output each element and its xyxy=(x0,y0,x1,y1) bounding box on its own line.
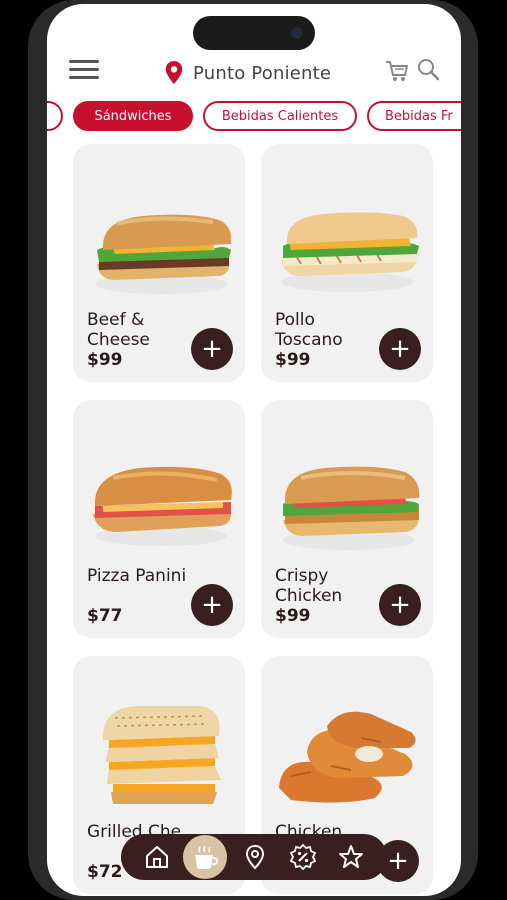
add-to-cart-button[interactable]: + xyxy=(191,328,233,370)
app-header: Punto Poniente xyxy=(47,52,461,96)
category-chip-sandwiches[interactable]: Sándwiches xyxy=(73,101,193,131)
product-name: Pollo Toscano xyxy=(275,310,343,350)
product-price: $72 xyxy=(87,862,123,882)
product-name: Crispy Chicken xyxy=(275,566,343,606)
sandwich-image xyxy=(93,466,232,546)
sandwich-image xyxy=(283,466,420,550)
product-card[interactable]: Pollo Toscano $99 + xyxy=(261,144,433,382)
product-price: $77 xyxy=(87,606,123,626)
sandwich-image xyxy=(102,706,221,804)
product-price: $99 xyxy=(275,606,311,626)
product-card[interactable]: Crispy Chicken $99 + xyxy=(261,400,433,638)
camera-notch xyxy=(193,16,315,50)
location-selector[interactable]: Punto Poniente xyxy=(163,58,331,88)
sandwich-image xyxy=(95,214,232,294)
menu-icon-bar xyxy=(69,76,99,79)
location-pin-icon xyxy=(165,61,183,84)
category-chip-previous[interactable] xyxy=(47,101,63,131)
location-pin-icon[interactable] xyxy=(241,843,269,871)
search-icon[interactable] xyxy=(416,57,440,81)
home-icon[interactable] xyxy=(143,843,171,871)
menu-button[interactable] xyxy=(69,60,99,84)
cart-icon[interactable] xyxy=(384,58,410,84)
floating-add-button[interactable]: + xyxy=(377,840,419,882)
menu-icon-bar xyxy=(69,68,99,71)
camera-icon xyxy=(291,27,303,39)
sandwich-image xyxy=(281,212,419,292)
coffee-cup-icon xyxy=(195,845,219,869)
add-to-cart-button[interactable]: + xyxy=(191,584,233,626)
category-tabs: Sándwiches Bebidas Calientes Bebidas Fr xyxy=(47,101,461,133)
product-price: $99 xyxy=(275,350,311,370)
menu-icon-bar xyxy=(69,60,99,63)
category-chip-cold-drinks[interactable]: Bebidas Fr xyxy=(367,101,461,131)
star-icon[interactable] xyxy=(337,843,365,871)
product-card[interactable]: Pizza Panini $77 + xyxy=(73,400,245,638)
product-name: Pizza Panini xyxy=(87,566,187,586)
coffee-cup-nav-button[interactable] xyxy=(183,835,227,879)
percent-discount-icon[interactable] xyxy=(289,843,317,871)
add-to-cart-button[interactable]: + xyxy=(379,328,421,370)
location-name: Punto Poniente xyxy=(193,62,332,84)
add-to-cart-button[interactable]: + xyxy=(379,584,421,626)
product-card[interactable]: Beef & Cheese $99 + xyxy=(73,144,245,382)
category-chip-hot-drinks[interactable]: Bebidas Calientes xyxy=(203,101,357,131)
app-screen: Punto Poniente Sándwiches Bebidas Calien… xyxy=(47,4,461,896)
bottom-navigation xyxy=(121,834,387,880)
product-name: Beef & Cheese xyxy=(87,310,150,350)
chicken-tenders-image xyxy=(279,711,416,803)
product-price: $99 xyxy=(87,350,123,370)
